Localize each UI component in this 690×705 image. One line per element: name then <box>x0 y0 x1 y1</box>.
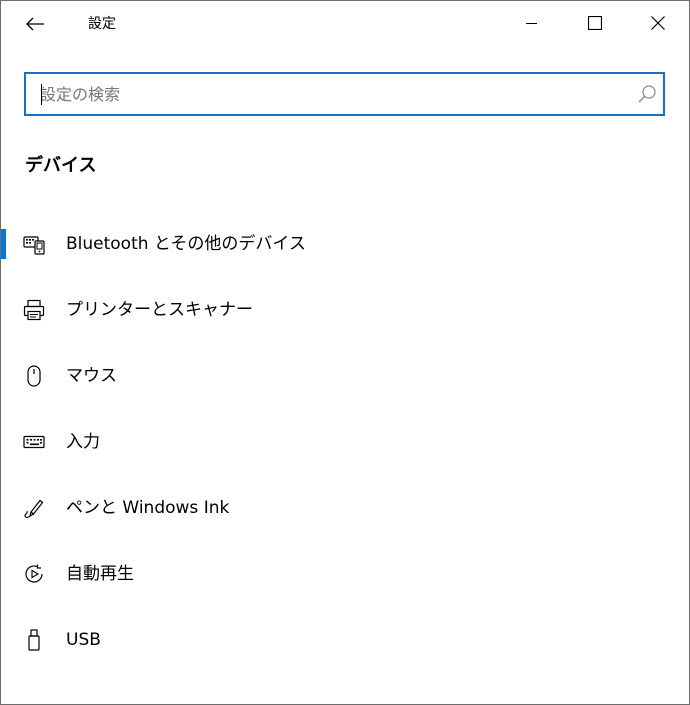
title-bar: 設定 <box>1 1 689 47</box>
mouse-icon <box>23 365 45 387</box>
keyboard-icon <box>23 431 45 453</box>
search-icon[interactable] <box>637 84 657 104</box>
nav-item-label: 自動再生 <box>66 564 134 584</box>
section-title: デバイス <box>25 155 97 176</box>
usb-icon <box>23 629 45 651</box>
maximize-icon <box>588 16 602 30</box>
back-button[interactable] <box>13 7 57 41</box>
nav-item-autoplay[interactable]: 自動再生 <box>1 541 689 607</box>
nav-item-label: マウス <box>66 366 117 386</box>
minimize-icon <box>526 17 538 29</box>
nav-item-mouse[interactable]: マウス <box>1 343 689 409</box>
window-title: 設定 <box>88 16 116 32</box>
search-box <box>24 72 665 116</box>
nav-item-label: USB <box>66 630 101 650</box>
nav-item-printers[interactable]: プリンターとスキャナー <box>1 277 689 343</box>
nav-item-pen[interactable]: ペンと Windows Ink <box>1 475 689 541</box>
minimize-button[interactable] <box>509 3 555 43</box>
nav-item-label: 入力 <box>66 432 100 452</box>
close-button[interactable] <box>635 3 681 43</box>
nav-item-label: プリンターとスキャナー <box>66 300 253 320</box>
printer-icon <box>23 299 45 321</box>
bluetooth-devices-icon <box>23 233 45 255</box>
close-icon <box>651 16 665 30</box>
search-input[interactable] <box>26 74 626 114</box>
nav-item-label: Bluetooth とその他のデバイス <box>66 234 306 254</box>
nav-list: Bluetooth とその他のデバイス プリンターとスキャナー マウス 入力 ペ… <box>1 211 689 673</box>
nav-item-usb[interactable]: USB <box>1 607 689 673</box>
nav-item-typing[interactable]: 入力 <box>1 409 689 475</box>
nav-item-label: ペンと Windows Ink <box>66 498 230 518</box>
settings-window: 設定 デバイス <box>0 0 690 705</box>
text-caret <box>41 84 42 105</box>
back-arrow-icon <box>25 16 45 32</box>
pen-icon <box>23 497 45 519</box>
nav-item-bluetooth[interactable]: Bluetooth とその他のデバイス <box>1 211 689 277</box>
autoplay-icon <box>23 563 45 585</box>
maximize-button[interactable] <box>572 3 618 43</box>
